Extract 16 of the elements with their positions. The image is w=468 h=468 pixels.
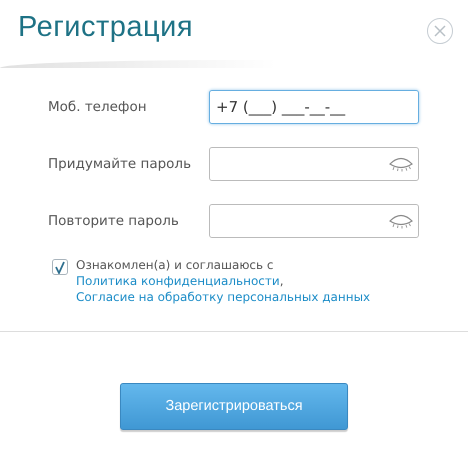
phone-field[interactable]: +7 (___) ___-__-__ xyxy=(209,90,419,124)
dialog-title: Регистрация xyxy=(18,10,194,45)
password-field[interactable] xyxy=(209,147,419,181)
password-field[interactable] xyxy=(209,204,419,238)
field-label: Придумайте пароль xyxy=(47,154,192,174)
field-label: Повторите пароль xyxy=(47,212,180,231)
consent-text: Ознакомлен(а) и соглашаюсь с Политика конфиденциальности, Согласие на обработку персональных данных xyxy=(76,257,372,305)
register-button[interactable]: Зарегистрироваться xyxy=(120,383,348,430)
consent-link[interactable]: Согласие на обработку персональных данных xyxy=(76,290,370,304)
consent-checkbox[interactable] xyxy=(52,259,68,275)
consent-link[interactable]: Политика конфиденциальности xyxy=(76,274,280,288)
close-icon[interactable] xyxy=(433,24,447,38)
close-button[interactable] xyxy=(427,18,453,44)
eye-icon[interactable] xyxy=(389,156,413,172)
field-label: Моб. телефон xyxy=(47,98,148,117)
eye-icon[interactable] xyxy=(389,213,413,229)
